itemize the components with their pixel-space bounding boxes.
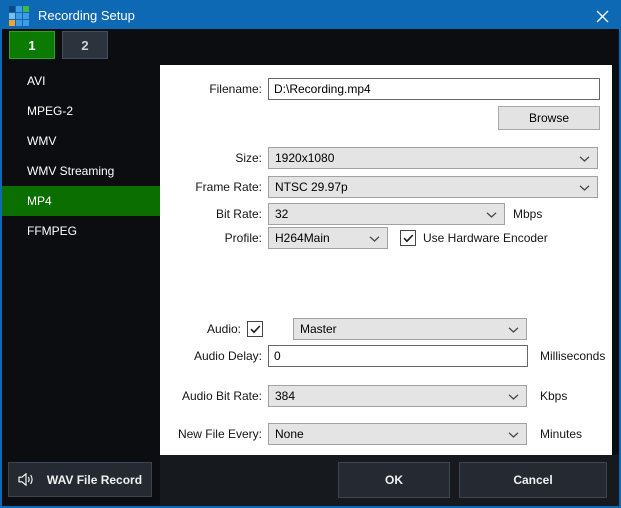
- sidebar-item-avi[interactable]: AVI: [2, 66, 160, 96]
- frame-rate-value: NTSC 29.97p: [275, 180, 348, 194]
- grid-square: [16, 6, 22, 12]
- window-title: Recording Setup: [38, 8, 135, 23]
- audio-delay-input[interactable]: [268, 345, 528, 367]
- audio-bit-rate-label: Audio Bit Rate:: [160, 385, 262, 407]
- cancel-button[interactable]: Cancel: [459, 462, 607, 498]
- size-select[interactable]: 1920x1080: [268, 147, 598, 169]
- grid-square: [23, 13, 29, 19]
- grid-square: [23, 6, 29, 12]
- grid-square: [16, 13, 22, 19]
- grid-square: [9, 13, 15, 19]
- audio-delay-label: Audio Delay:: [160, 345, 262, 367]
- bit-rate-unit: Mbps: [513, 203, 542, 225]
- sidebar-item-mpeg2[interactable]: MPEG-2: [2, 96, 160, 126]
- audio-bit-rate-unit: Kbps: [540, 385, 567, 407]
- new-file-every-select[interactable]: None: [268, 423, 527, 445]
- chevron-down-icon: [508, 327, 519, 333]
- chevron-down-icon: [579, 185, 590, 191]
- filename-label: Filename:: [160, 78, 262, 100]
- hardware-encoder-label: Use Hardware Encoder: [423, 227, 548, 249]
- close-button[interactable]: [594, 8, 610, 24]
- checkmark-icon: [403, 234, 414, 243]
- titlebar: Recording Setup: [2, 2, 619, 29]
- speaker-icon: [18, 473, 35, 486]
- audio-source-select[interactable]: Master: [293, 318, 527, 340]
- audio-checkbox[interactable]: [247, 321, 263, 337]
- sidebar-item-ffmpeg[interactable]: FFMPEG: [2, 216, 160, 246]
- audio-bit-rate-select[interactable]: 384: [268, 385, 527, 407]
- audio-bit-rate-value: 384: [275, 389, 295, 403]
- new-file-every-unit: Minutes: [540, 423, 582, 445]
- audio-source-value: Master: [300, 322, 337, 336]
- settings-panel: Filename: Browse Size: 1920x1080 Frame R…: [160, 65, 612, 455]
- bit-rate-value: 32: [275, 207, 288, 221]
- chevron-down-icon: [369, 236, 380, 242]
- sidebar-item-wmv[interactable]: WMV: [2, 126, 160, 156]
- size-label: Size:: [160, 147, 262, 169]
- frame-rate-select[interactable]: NTSC 29.97p: [268, 176, 598, 198]
- recording-setup-dialog: Recording Setup 1 2 AVI MPEG-2 WMV WMV S…: [0, 0, 621, 508]
- checkmark-icon: [250, 325, 261, 334]
- sidebar-item-mp4[interactable]: MP4: [2, 186, 160, 216]
- grid-square: [9, 20, 15, 26]
- filename-input[interactable]: [268, 78, 600, 100]
- chevron-down-icon: [579, 156, 590, 162]
- bit-rate-select[interactable]: 32: [268, 203, 505, 225]
- wav-file-record-label: WAV File Record: [47, 473, 142, 487]
- close-icon: [596, 10, 609, 23]
- chevron-down-icon: [508, 432, 519, 438]
- tab-2[interactable]: 2: [62, 31, 108, 59]
- grid-square: [23, 20, 29, 26]
- new-file-every-value: None: [275, 427, 304, 441]
- chevron-down-icon: [486, 212, 497, 218]
- sidebar-item-wmv-streaming[interactable]: WMV Streaming: [2, 156, 160, 186]
- size-value: 1920x1080: [275, 151, 334, 165]
- audio-delay-unit: Milliseconds: [540, 345, 605, 367]
- format-list: AVI MPEG-2 WMV WMV Streaming MP4 FFMPEG: [2, 66, 160, 246]
- browse-button[interactable]: Browse: [498, 106, 600, 130]
- new-file-every-label: New File Every:: [160, 423, 262, 445]
- grid-square: [16, 20, 22, 26]
- profile-value: H264Main: [275, 231, 330, 245]
- ok-button[interactable]: OK: [338, 462, 450, 498]
- wav-file-record-button[interactable]: WAV File Record: [8, 462, 152, 497]
- grid-square: [9, 6, 15, 12]
- hardware-encoder-checkbox[interactable]: [400, 230, 416, 246]
- profile-label: Profile:: [160, 227, 262, 249]
- profile-select[interactable]: H264Main: [268, 227, 388, 249]
- app-grid-icon: [9, 6, 29, 26]
- chevron-down-icon: [508, 394, 519, 400]
- frame-rate-label: Frame Rate:: [160, 176, 262, 198]
- audio-label: Audio:: [160, 318, 241, 340]
- bit-rate-label: Bit Rate:: [160, 203, 262, 225]
- tab-1[interactable]: 1: [9, 31, 55, 59]
